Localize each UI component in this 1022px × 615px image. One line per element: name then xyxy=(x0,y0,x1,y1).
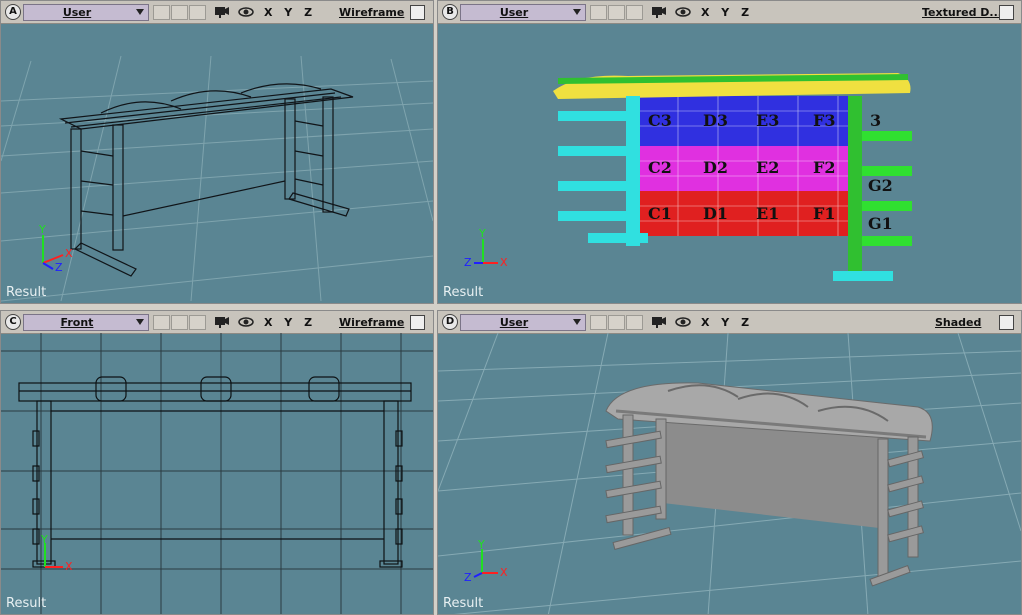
texture-label: C1 xyxy=(648,204,672,223)
chevron-down-icon[interactable] xyxy=(136,319,144,325)
texture-label: E3 xyxy=(756,111,779,130)
front-wireframe-model xyxy=(18,376,412,568)
textured-model xyxy=(553,73,912,281)
toggle-box-3[interactable] xyxy=(626,5,643,20)
chevron-down-icon[interactable] xyxy=(573,9,581,15)
toggle-box-3[interactable] xyxy=(626,315,643,330)
camera-icon[interactable] xyxy=(651,5,667,19)
gizmo-z-label: Z xyxy=(464,571,472,584)
view-selector[interactable]: User xyxy=(460,4,586,21)
toggle-box-2[interactable] xyxy=(171,5,188,20)
shaded-scene[interactable]: Y X Z xyxy=(438,333,1021,615)
gizmo-z-label: Z xyxy=(55,261,63,274)
view-label: User xyxy=(499,316,529,329)
gizmo-y-label: Y xyxy=(40,533,48,546)
camera-icon[interactable] xyxy=(214,5,230,19)
toggle-box-1[interactable] xyxy=(590,315,607,330)
viewport-b[interactable]: B User X Y Z Textured D... C3 D3 E3 F3 C… xyxy=(437,0,1022,304)
toggle-box-1[interactable] xyxy=(590,5,607,20)
render-mode-label[interactable]: Shaded xyxy=(935,316,981,329)
viewport-letter[interactable]: C xyxy=(5,314,21,330)
camera-icon[interactable] xyxy=(214,315,230,329)
front-wireframe-scene[interactable]: Y X xyxy=(1,333,433,615)
texture-label: C3 xyxy=(648,111,672,130)
shaded-model xyxy=(605,382,933,587)
gizmo-y-label: Y xyxy=(478,227,486,240)
texture-label: E2 xyxy=(756,158,779,177)
axis-gizmo xyxy=(473,549,498,578)
result-label: Result xyxy=(443,596,484,611)
texture-label: F3 xyxy=(813,111,836,130)
texture-label: F2 xyxy=(813,158,836,177)
viewport-header: C Front X Y Z Wireframe xyxy=(1,311,433,334)
result-label: Result xyxy=(6,596,47,611)
texture-label: C2 xyxy=(648,158,672,177)
toggle-box-3[interactable] xyxy=(189,5,206,20)
texture-label: F1 xyxy=(813,204,836,223)
gizmo-x-label: X xyxy=(500,566,508,579)
gizmo-x-label: X xyxy=(65,560,73,573)
view-selector[interactable]: User xyxy=(460,314,586,331)
toggle-box-1[interactable] xyxy=(153,5,170,20)
axes-toggle[interactable]: X Y Z xyxy=(701,6,753,19)
eye-icon[interactable] xyxy=(675,5,691,19)
viewport-letter[interactable]: A xyxy=(5,4,21,20)
render-mode-label[interactable]: Wireframe xyxy=(339,316,404,329)
viewport-d[interactable]: D User X Y Z Shaded Y X Z Result xyxy=(437,310,1022,615)
axes-toggle[interactable]: X Y Z xyxy=(701,316,753,329)
axes-toggle[interactable]: X Y Z xyxy=(264,6,316,19)
view-label: Front xyxy=(60,316,94,329)
texture-label: G2 xyxy=(868,176,893,195)
axes-toggle[interactable]: X Y Z xyxy=(264,316,316,329)
view-label: User xyxy=(499,6,529,19)
viewport-letter[interactable]: D xyxy=(442,314,458,330)
eye-icon[interactable] xyxy=(238,5,254,19)
maximize-button[interactable] xyxy=(410,5,425,20)
eye-icon[interactable] xyxy=(238,315,254,329)
axis-gizmo xyxy=(474,239,498,264)
toggle-box-2[interactable] xyxy=(171,315,188,330)
viewport-header: B User X Y Z Textured D... xyxy=(438,1,1021,24)
gizmo-y-label: Y xyxy=(477,538,485,551)
toggle-box-2[interactable] xyxy=(608,315,625,330)
gizmo-x-label: X xyxy=(500,256,508,269)
textured-scene[interactable]: C3 D3 E3 F3 C2 D2 E2 F2 C1 D1 E1 F1 G2 G… xyxy=(438,23,1021,304)
chevron-down-icon[interactable] xyxy=(573,319,581,325)
texture-label: G1 xyxy=(868,214,893,233)
maximize-button[interactable] xyxy=(410,315,425,330)
viewport-letter[interactable]: B xyxy=(442,4,458,20)
viewport-header: D User X Y Z Shaded xyxy=(438,311,1021,334)
render-mode-label[interactable]: Textured D... xyxy=(922,6,1002,19)
view-selector[interactable]: Front xyxy=(23,314,149,331)
texture-label: E1 xyxy=(756,204,779,223)
viewport-c[interactable]: C Front X Y Z Wireframe Y X Result xyxy=(0,310,434,615)
wireframe-scene[interactable]: Y X Z xyxy=(1,23,433,303)
wireframe-model xyxy=(58,83,354,277)
camera-icon[interactable] xyxy=(651,315,667,329)
viewport-a[interactable]: A User X Y Z Wireframe Y X Z Result xyxy=(0,0,434,304)
gizmo-x-label: X xyxy=(65,247,73,260)
toggle-box-1[interactable] xyxy=(153,315,170,330)
texture-label: D3 xyxy=(703,111,728,130)
texture-label: D2 xyxy=(703,158,728,177)
gizmo-y-label: Y xyxy=(38,223,46,236)
view-label: User xyxy=(62,6,92,19)
texture-label: D1 xyxy=(703,204,728,223)
view-selector[interactable]: User xyxy=(23,4,149,21)
toggle-box-2[interactable] xyxy=(608,5,625,20)
toggle-box-3[interactable] xyxy=(189,315,206,330)
eye-icon[interactable] xyxy=(675,315,691,329)
texture-label: 3 xyxy=(870,111,881,130)
maximize-button[interactable] xyxy=(999,315,1014,330)
chevron-down-icon[interactable] xyxy=(136,9,144,15)
grid-floor xyxy=(1,55,433,302)
viewport-header: A User X Y Z Wireframe xyxy=(1,1,433,24)
result-label: Result xyxy=(443,285,484,300)
maximize-button[interactable] xyxy=(999,5,1014,20)
result-label: Result xyxy=(6,285,47,300)
gizmo-z-label: Z xyxy=(464,256,472,269)
render-mode-label[interactable]: Wireframe xyxy=(339,6,404,19)
